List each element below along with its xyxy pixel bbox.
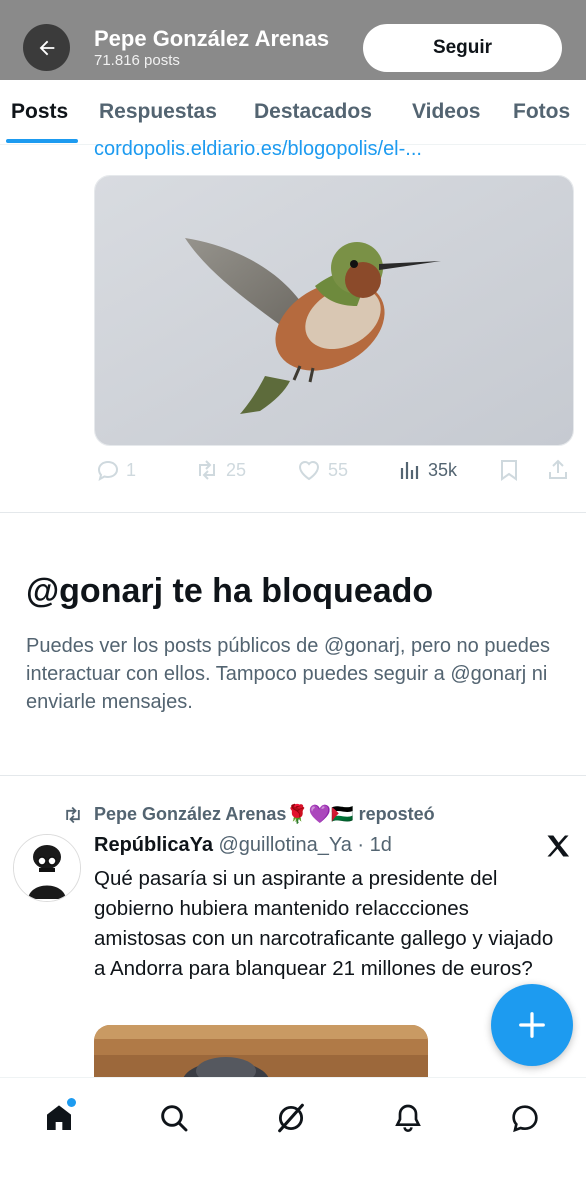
grok-icon [278,1103,304,1133]
tweet-time: · 1d [357,834,392,856]
follow-button[interactable]: Seguir [363,24,562,72]
nav-grok[interactable] [271,1098,311,1138]
compose-button[interactable] [491,984,573,1066]
repost-button[interactable]: 25 [194,458,246,482]
profile-tabs: Posts Respuestas Destacados Videos Fotos [0,80,586,145]
notifications-icon [395,1104,421,1132]
bottom-navigation [0,1077,586,1201]
active-tab-indicator [6,139,78,143]
blocked-description: Puedes ver los posts públicos de @gonarj… [26,635,550,713]
tab-posts[interactable]: Posts [11,100,68,124]
notification-dot [67,1098,76,1107]
tab-destacados[interactable]: Destacados [254,100,372,124]
tab-videos[interactable]: Videos [412,100,480,124]
post-count: 71.816 posts [94,52,180,69]
reply-icon [97,460,119,482]
repost-icon [66,806,80,823]
profile-name: Pepe González Arenas [94,26,330,51]
back-button[interactable] [23,24,70,71]
nav-home[interactable] [39,1098,79,1138]
divider [0,775,586,776]
repost-count: 25 [226,459,247,480]
analytics-icon [400,462,419,479]
like-count: 55 [328,459,349,480]
bookmark-icon [501,460,517,481]
author-name[interactable]: RepúblicaYa [94,834,213,856]
author-handle[interactable]: @guillotina_Ya [219,834,352,856]
view-count: 35k [428,459,458,480]
post-media-image[interactable] [94,175,574,446]
repost-indicator[interactable]: Pepe González Arenas🌹💜🇵🇸 reposteó [62,804,435,825]
arrow-left-icon [39,40,54,55]
avatar-image [14,835,80,901]
post-action-bar: 1 25 55 35k [0,452,586,488]
like-button[interactable]: 55 [296,458,348,482]
plus-icon [519,1012,545,1038]
profile-header: Pepe González Arenas 71.816 posts Seguir [0,0,586,80]
avatar[interactable] [13,834,81,902]
divider [0,512,586,513]
reply-count: 1 [126,459,137,480]
tweet-header: RepúblicaYa @guillotina_Ya · 1d [94,834,392,857]
tab-respuestas[interactable]: Respuestas [99,100,217,124]
nav-search[interactable] [154,1098,194,1138]
nav-messages[interactable] [505,1098,545,1138]
hummingbird-image [95,176,573,445]
repost-icon [199,460,215,480]
heart-icon [298,461,320,481]
tweet-media-image[interactable] [94,1025,428,1085]
post-link[interactable]: cordopolis.eldiario.es/blogopolis/el-... [94,138,422,161]
blocked-title: @gonarj te ha bloqueado [26,572,434,610]
bookmark-button[interactable] [498,458,520,482]
views-button[interactable]: 35k [398,458,457,482]
nav-notifications[interactable] [388,1098,428,1138]
reply-button[interactable]: 1 [96,458,136,482]
messages-icon [512,1105,538,1133]
tweet-text: Qué pasaría si un aspirante a presidente… [94,867,554,980]
search-icon [161,1105,188,1132]
share-icon [549,459,567,479]
x-logo-icon [544,832,572,865]
tweet-photo [94,1025,428,1085]
tab-fotos[interactable]: Fotos [513,100,570,124]
share-button[interactable] [546,458,570,482]
repost-label: Pepe González Arenas🌹💜🇵🇸 reposteó [94,804,435,824]
